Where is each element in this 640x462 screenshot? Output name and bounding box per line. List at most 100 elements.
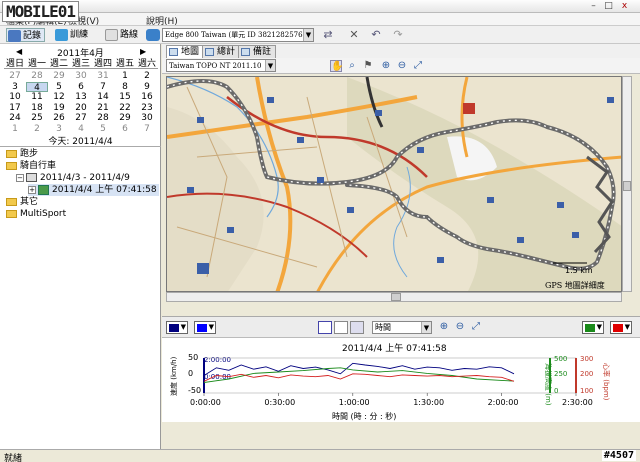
calendar-day[interactable]: 31	[92, 71, 114, 81]
scroll-thumb[interactable]	[391, 293, 401, 301]
pan-hand-icon[interactable]: ✋	[330, 60, 343, 72]
calendar-day[interactable]: 20	[70, 103, 92, 113]
calendar-day[interactable]: 4	[70, 124, 92, 134]
calendar-day[interactable]: 14	[92, 92, 114, 102]
status-bar: 就緒 #4507	[0, 449, 640, 462]
today-link[interactable]: 今天: 2011/4/4	[0, 134, 161, 147]
next-month-icon[interactable]: ▶	[140, 47, 146, 56]
send-to-device-icon[interactable]: ⇄	[322, 29, 334, 41]
folder-icon	[6, 209, 17, 218]
calendar-day[interactable]: 7	[136, 124, 158, 134]
tab-notes[interactable]: 備註	[238, 45, 277, 58]
maximize-button[interactable]: □	[603, 1, 614, 11]
minimize-button[interactable]: –	[588, 1, 599, 11]
calendar-month: 2011年4月	[57, 49, 104, 59]
zoom-in-icon[interactable]: ⊕	[380, 60, 392, 72]
zoom-out-icon[interactable]: ⊖	[454, 321, 466, 333]
map-vertical-scrollbar[interactable]	[622, 76, 632, 292]
elevation-color-button[interactable]: ▼	[582, 321, 604, 334]
calendar-day[interactable]: 26	[48, 113, 70, 123]
chart-left-axis-label: 速度 (km/h)	[169, 356, 178, 396]
calendar-day[interactable]: 2	[26, 124, 48, 134]
calendar-day[interactable]: 10	[4, 92, 26, 102]
tree-item-running[interactable]: 跑步	[6, 148, 38, 160]
calendar-day[interactable]: 19	[48, 103, 70, 113]
pace-color-button[interactable]: ▼	[194, 321, 216, 334]
fit-extent-icon[interactable]: ⤢	[412, 60, 424, 72]
map-horizontal-scrollbar[interactable]	[166, 292, 622, 302]
tree-item-label: MultiSport	[20, 209, 67, 219]
x-axis-select[interactable]: 時間 ▼	[372, 321, 432, 334]
calendar-day[interactable]: 27	[4, 71, 26, 81]
calendar-day[interactable]: 29	[48, 71, 70, 81]
training-icon	[55, 29, 68, 41]
calendar-day[interactable]: 1	[114, 71, 136, 81]
close-button[interactable]: x	[619, 1, 630, 11]
calendar-day[interactable]: 27	[70, 113, 92, 123]
calendar-day[interactable]: 2	[136, 71, 158, 81]
calendar-day[interactable]: 28	[92, 113, 114, 123]
device-icon[interactable]	[146, 29, 160, 41]
fit-extent-icon[interactable]: ⤢	[470, 321, 482, 333]
records-button[interactable]: 記錄	[6, 28, 46, 42]
calendar-day[interactable]: 15	[114, 92, 136, 102]
calendar-day[interactable]: 7	[92, 82, 114, 92]
calendar-day[interactable]: 3	[48, 124, 70, 134]
tree-item-activity[interactable]: +2011/4/4 上午 07:41:58	[28, 184, 159, 196]
chart-toolbar: ▼ ▼ 時間 ▼ ⊕ ⊖ ⤢ ▼ ▼	[162, 316, 640, 338]
tab-summary[interactable]: 總計	[202, 45, 241, 58]
tree-item-other[interactable]: 其它	[6, 196, 38, 208]
calendar-day[interactable]: 6	[70, 82, 92, 92]
tab-label: 備註	[253, 47, 272, 57]
calendar-day[interactable]: 17	[4, 103, 26, 113]
calendar-day[interactable]: 16	[136, 92, 158, 102]
tree-item-multisport[interactable]: MultiSport	[6, 208, 66, 220]
tree-item-cycling[interactable]: 騎自行車	[6, 160, 56, 172]
calendar-day[interactable]: 12	[48, 92, 70, 102]
calendar-day[interactable]: 3	[4, 82, 26, 92]
calendar-day[interactable]: 18	[26, 103, 48, 113]
collapse-icon[interactable]: −	[16, 173, 24, 182]
speed-color-button[interactable]: ▼	[166, 321, 188, 334]
calendar-day[interactable]: 25	[26, 113, 48, 123]
calendar-day[interactable]: 22	[114, 103, 136, 113]
chart-layout-1-icon[interactable]	[318, 321, 332, 334]
calendar-day[interactable]: 5	[48, 82, 70, 92]
redo-icon[interactable]: ↷	[392, 29, 404, 41]
calendar-day[interactable]: 30	[136, 113, 158, 123]
flag-icon[interactable]: ⚑	[362, 60, 374, 72]
calendar-day[interactable]: 29	[114, 113, 136, 123]
undo-icon[interactable]: ↶	[370, 29, 382, 41]
calendar-day[interactable]: 11	[26, 92, 48, 102]
device-select[interactable]: Edge 800 Taiwan (單元 ID 3821282576) ▼	[162, 28, 314, 42]
calendar-day[interactable]: 24	[4, 113, 26, 123]
calendar-day[interactable]: 28	[26, 71, 48, 81]
mobile01-logo: MOBILE01	[2, 1, 80, 22]
training-button[interactable]: 訓練	[54, 28, 88, 42]
calendar-day[interactable]: 6	[114, 124, 136, 134]
calendar-day[interactable]: 30	[70, 71, 92, 81]
routes-button[interactable]: 路線	[104, 28, 138, 42]
zoom-in-icon[interactable]: ⊕	[438, 321, 450, 333]
calendar-day[interactable]: 9	[136, 82, 158, 92]
map-view[interactable]: 1.5 km GPS 地圖詳細度	[166, 76, 622, 292]
zoom-tool-icon[interactable]: ⌕	[346, 60, 358, 72]
heartrate-color-button[interactable]: ▼	[610, 321, 632, 334]
calendar-day[interactable]: 5	[92, 124, 114, 134]
calendar-day[interactable]: 23	[136, 103, 158, 113]
chart-layout-2-icon[interactable]	[334, 321, 348, 334]
tree-item-week[interactable]: − 2011/4/3 - 2011/4/9	[16, 172, 130, 184]
activity-chart[interactable]: 2011/4/4 上午 07:41:58 時間 (時 : 分 : 秒) 速度 (…	[162, 338, 640, 422]
mapset-select[interactable]: Taiwan TOPO NT 2011.10 ▼	[166, 59, 276, 72]
tab-map[interactable]: 地圖	[166, 45, 205, 58]
chart-layout-3-icon[interactable]	[350, 321, 364, 334]
calendar-day[interactable]: 1	[4, 124, 26, 134]
expand-icon[interactable]: +	[28, 185, 36, 194]
scroll-thumb[interactable]	[623, 181, 631, 191]
calendar-day[interactable]: 21	[92, 103, 114, 113]
calendar-day[interactable]: 13	[70, 92, 92, 102]
zoom-out-icon[interactable]: ⊖	[396, 60, 408, 72]
calendar-day[interactable]: 4	[26, 81, 48, 93]
delete-icon[interactable]: ✕	[348, 29, 360, 41]
calendar-day[interactable]: 8	[114, 82, 136, 92]
